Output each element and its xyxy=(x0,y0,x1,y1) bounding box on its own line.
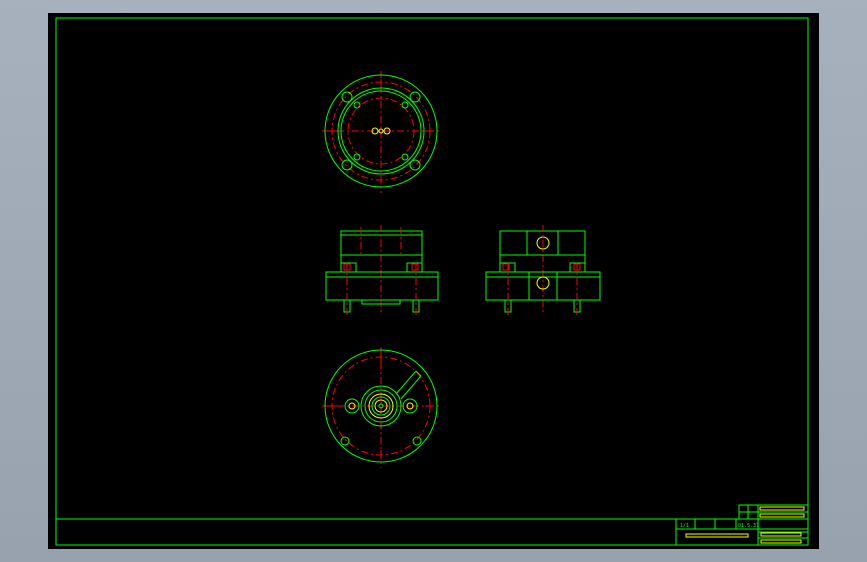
date-value: 01.5.31 xyxy=(738,523,759,529)
front-view xyxy=(325,225,439,315)
scale-value: 1/1 xyxy=(680,523,689,529)
number-text-strip xyxy=(759,513,805,518)
side-view xyxy=(485,225,601,315)
bottom-view xyxy=(322,347,441,468)
drawing-sheet: 1/1 01.5.31 xyxy=(48,13,819,549)
cad-drawing: 1/1 01.5.31 xyxy=(55,17,809,546)
title-text-strip xyxy=(759,506,805,511)
top-view xyxy=(322,71,441,193)
drawing-border xyxy=(55,17,809,546)
title-block: 1/1 01.5.31 xyxy=(675,504,809,546)
